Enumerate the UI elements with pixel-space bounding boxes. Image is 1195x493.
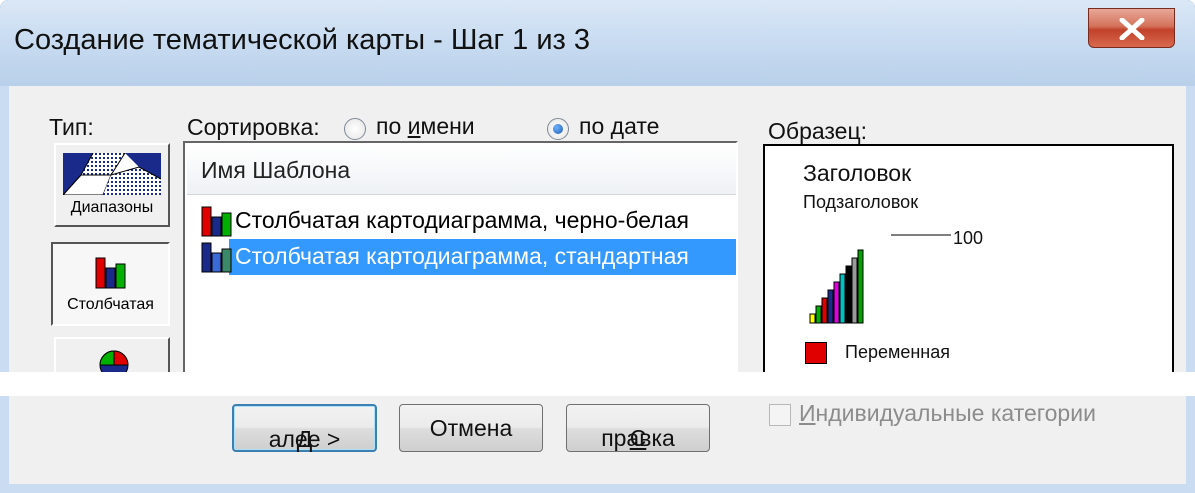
list-item-selected[interactable]: Столбчатая картодиаграмма, стандартная — [187, 239, 736, 275]
image-band — [0, 372, 1195, 396]
bar-chart-icon — [201, 206, 232, 237]
individual-categories-checkbox[interactable] — [769, 404, 791, 426]
list-item-label: Столбчатая картодиаграмма, черно-белая — [235, 207, 689, 233]
bar-chart-icon — [201, 242, 232, 273]
list-item[interactable]: Столбчатая картодиаграмма, черно-белая — [187, 203, 736, 239]
sort-by-date-radio[interactable] — [547, 118, 569, 140]
preview-scale-value: 100 — [953, 228, 984, 248]
ranges-map-icon — [63, 153, 161, 195]
legend-label: Переменная — [845, 342, 950, 362]
list-column-header[interactable]: Имя Шаблона — [187, 145, 736, 195]
sort-label: Сортировка: — [187, 114, 320, 140]
sort-by-date-label[interactable]: по дате — [579, 113, 659, 140]
window-frame-right — [1186, 86, 1195, 493]
type-label: Тип: — [49, 114, 94, 140]
help-button[interactable]: Справка — [566, 404, 710, 452]
window-title: Создание тематической карты - Шаг 1 из 3 — [14, 24, 591, 56]
title-bar[interactable]: Создание тематической карты - Шаг 1 из 3 — [0, 0, 1195, 86]
type-button-ranges-label: Диапазоны — [70, 199, 154, 216]
close-button[interactable] — [1088, 8, 1175, 48]
window-frame-left — [0, 86, 9, 493]
preview-panel: Заголовок Подзаголовок 100 Переменная — [763, 144, 1174, 375]
bar-chart-sample-icon — [809, 249, 864, 324]
next-button[interactable]: Далее > — [232, 404, 377, 452]
sort-by-name-radio[interactable] — [344, 118, 366, 140]
list-column-header-label: Имя Шаблона — [201, 157, 351, 183]
close-x-icon — [1119, 18, 1145, 40]
individual-categories-label[interactable]: Индивидуальные категории — [799, 400, 1096, 427]
type-button-bar-label: Столбчатая — [67, 296, 154, 313]
sort-by-name-label[interactable]: по имени — [376, 113, 475, 140]
scale-line-icon — [891, 234, 951, 236]
window-frame-bottom — [0, 484, 1195, 493]
preview-title: Заголовок — [803, 160, 912, 186]
cancel-button[interactable]: Отмена — [399, 404, 543, 452]
type-button-bar[interactable]: Столбчатая — [51, 242, 170, 326]
type-button-ranges[interactable]: Диапазоны — [54, 143, 170, 227]
list-item-label: Столбчатая картодиаграмма, стандартная — [235, 243, 689, 269]
type-button-pie[interactable] — [54, 337, 170, 377]
bar-chart-icon — [95, 257, 126, 289]
preview-label: Образец: — [768, 118, 868, 144]
template-listbox[interactable]: Имя Шаблона Столбчатая картодиаграмма, ч… — [183, 141, 738, 375]
legend-swatch — [805, 342, 827, 364]
preview-subtitle: Подзаголовок — [803, 192, 919, 212]
